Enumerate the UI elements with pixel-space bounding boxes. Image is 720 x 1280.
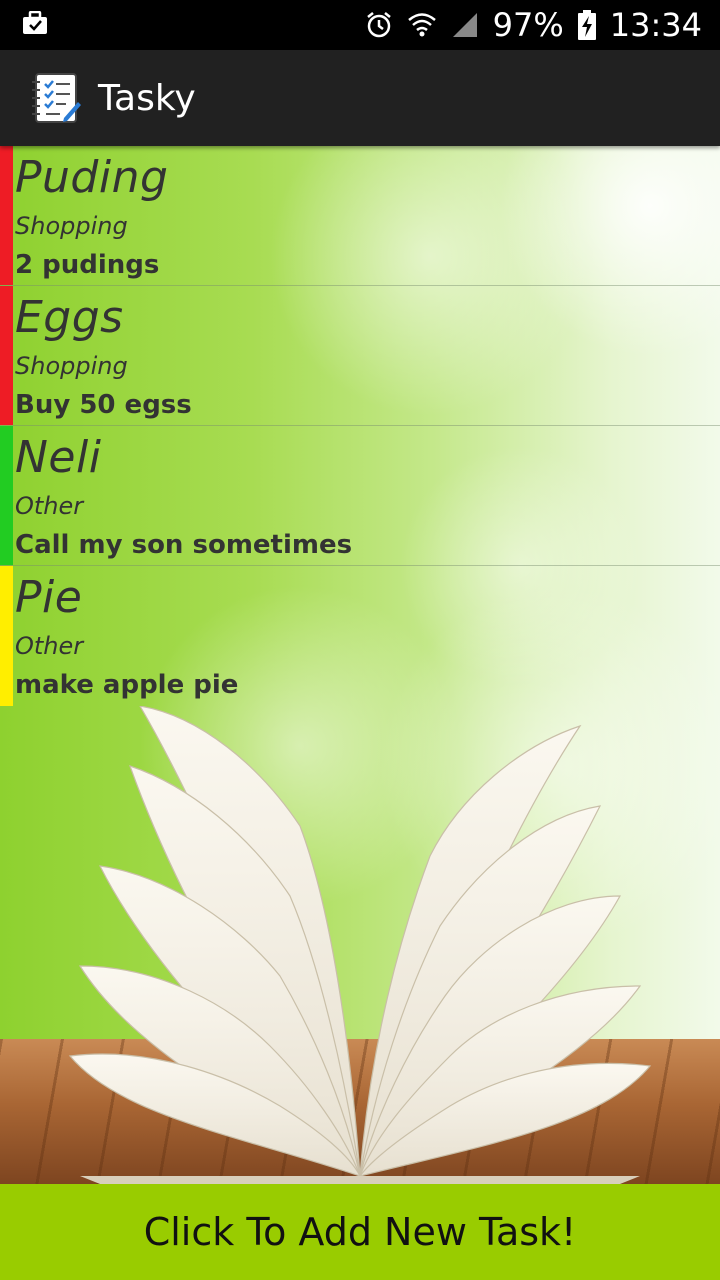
task-category: Other (15, 492, 84, 520)
briefcase-icon (22, 10, 48, 40)
open-book-image (68, 706, 652, 1184)
task-title: Eggs (15, 292, 124, 343)
priority-indicator (0, 286, 13, 425)
task-description: make apple pie (15, 670, 239, 700)
task-row[interactable]: Puding Shopping 2 pudings (0, 146, 720, 286)
alarm-icon (365, 11, 393, 39)
priority-indicator (0, 426, 13, 565)
task-row[interactable]: Eggs Shopping Buy 50 egss (0, 286, 720, 426)
task-row[interactable]: Neli Other Call my son sometimes (0, 426, 720, 566)
content-area: Puding Shopping 2 pudings Eggs Shopping … (0, 146, 720, 1184)
task-description: 2 pudings (15, 250, 160, 280)
clock: 13:34 (609, 6, 702, 44)
wifi-icon (407, 11, 437, 39)
app-title: Tasky (98, 77, 196, 119)
task-description: Call my son sometimes (15, 530, 353, 560)
checklist-notebook-icon[interactable] (30, 72, 82, 124)
task-list: Puding Shopping 2 pudings Eggs Shopping … (0, 146, 720, 706)
add-new-task-button[interactable]: Click To Add New Task! (0, 1184, 720, 1280)
task-title: Neli (15, 432, 102, 483)
task-title: Pie (15, 572, 83, 623)
task-description: Buy 50 egss (15, 390, 192, 420)
task-title: Puding (15, 152, 169, 203)
task-category: Shopping (15, 352, 128, 380)
battery-percent: 97% (492, 6, 564, 44)
battery-charging-icon (577, 10, 596, 40)
priority-indicator (0, 566, 13, 706)
task-category: Other (15, 632, 84, 660)
priority-indicator (0, 146, 13, 285)
app-bar: Tasky (0, 50, 720, 146)
status-bar: 97% 13:34 (0, 0, 720, 50)
task-category: Shopping (15, 212, 128, 240)
task-row[interactable]: Pie Other make apple pie (0, 566, 720, 706)
signal-icon (451, 11, 479, 39)
